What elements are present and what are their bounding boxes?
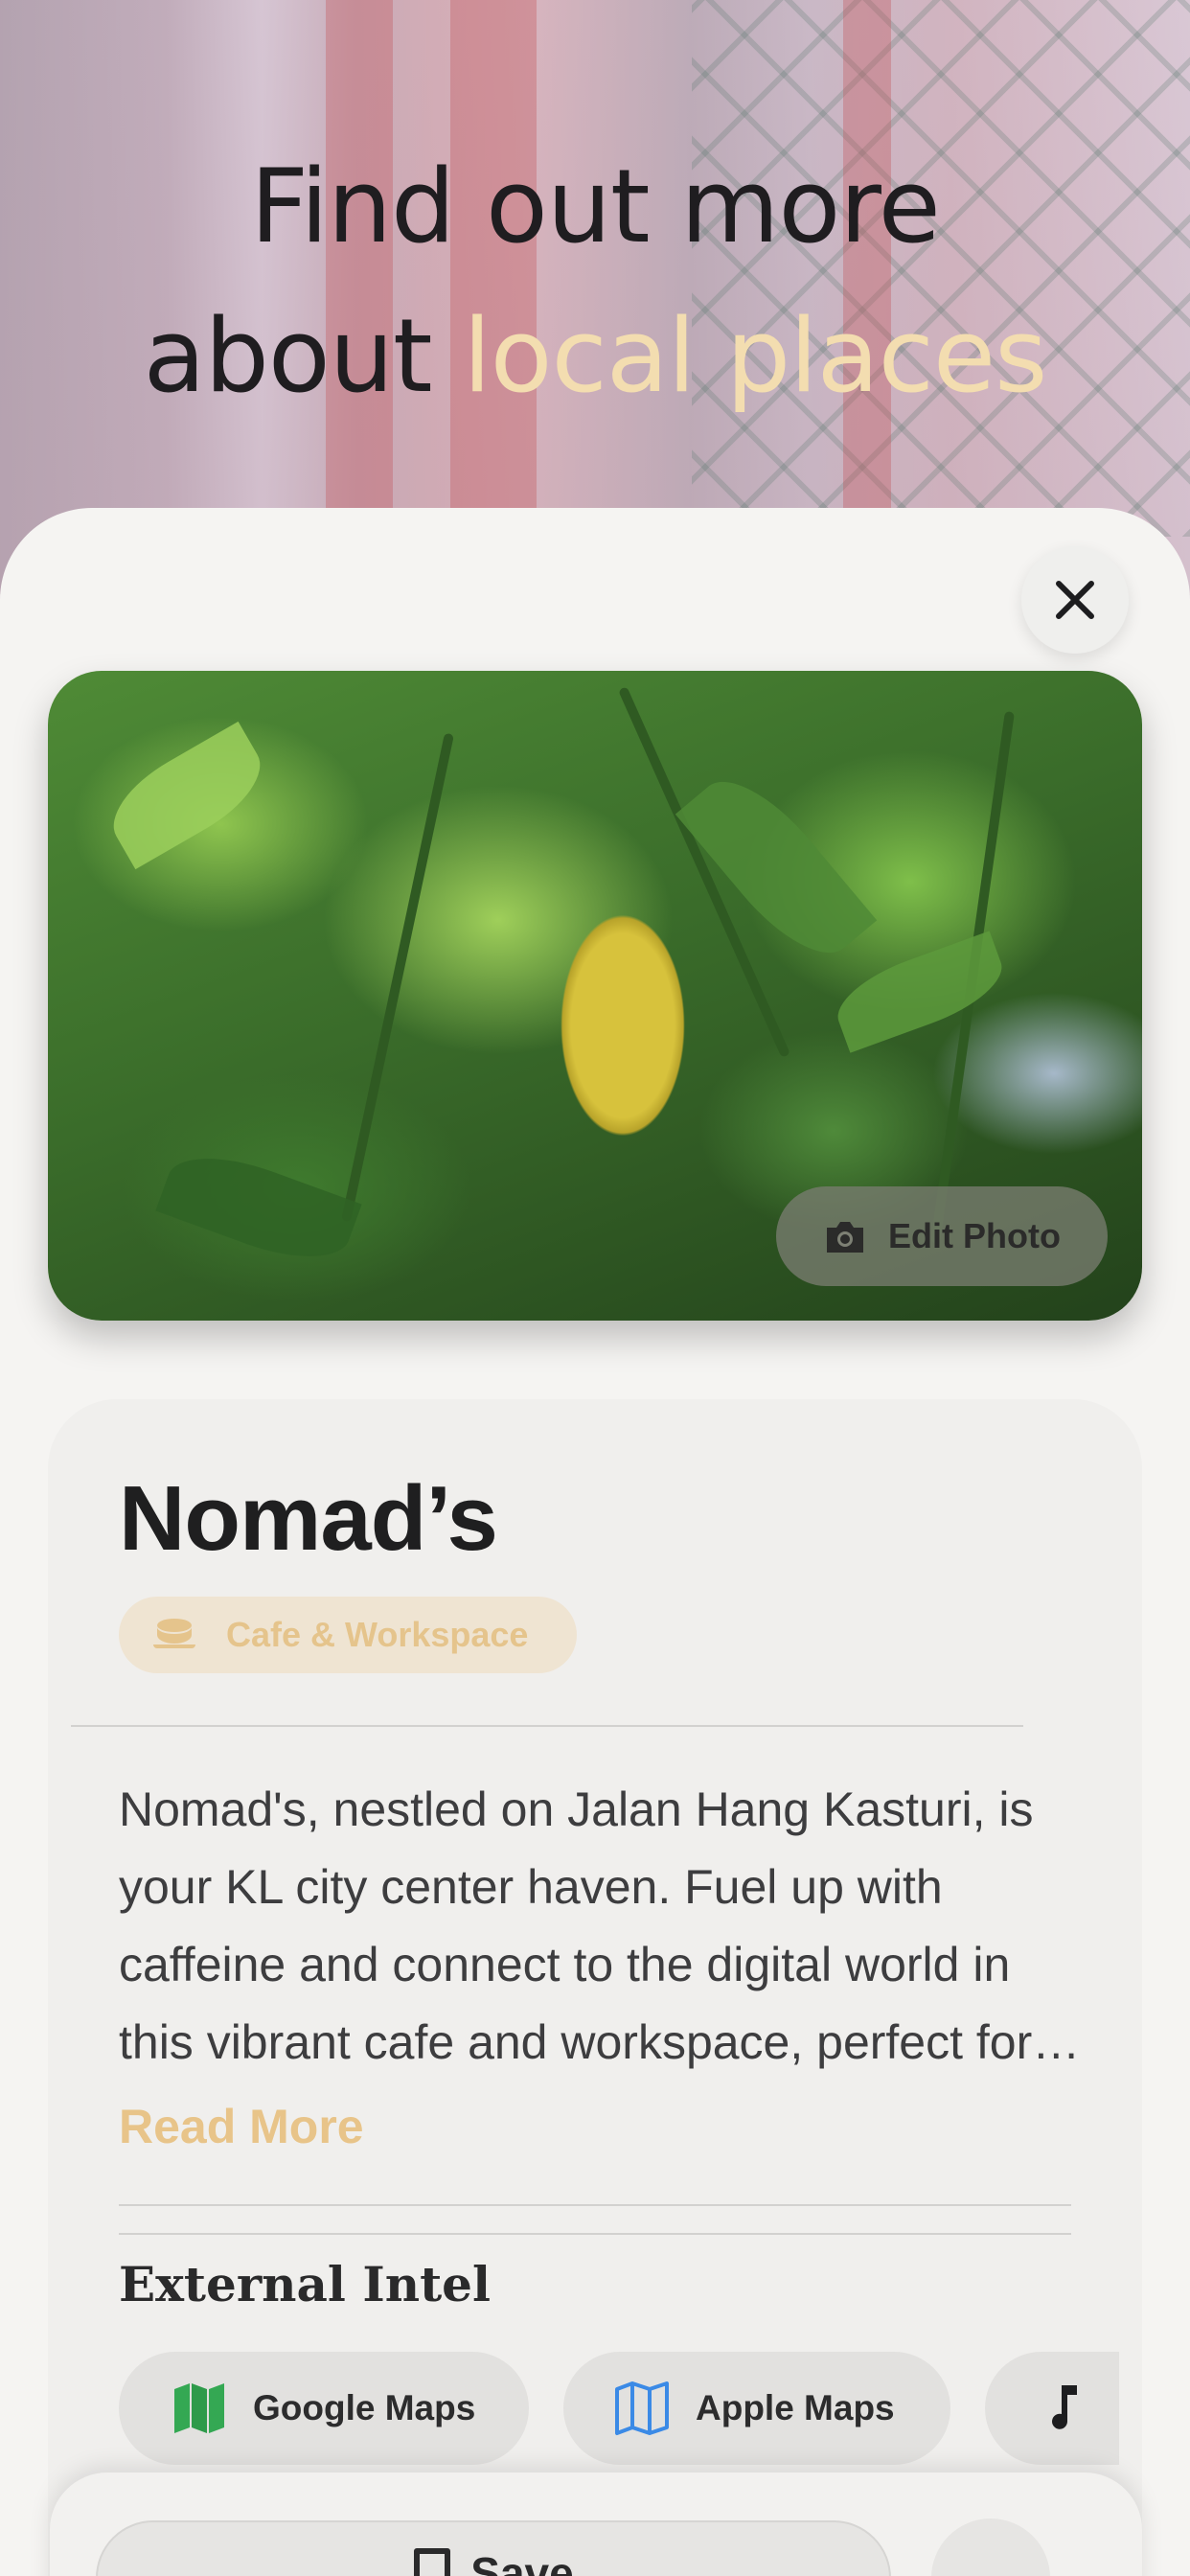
apple-maps-button[interactable]: Apple Maps [563, 2352, 950, 2465]
google-maps-icon [174, 2383, 224, 2433]
apple-maps-label: Apple Maps [696, 2388, 895, 2427]
hero-title: Find out more about local places [0, 132, 1190, 431]
hero-title-line1: Find out more [250, 148, 941, 265]
close-icon [1056, 581, 1094, 619]
hero-title-prefix: about [143, 297, 433, 415]
place-description: Nomad's, nestled on Jalan Hang Kasturi, … [119, 1782, 1034, 2069]
camera-icon [827, 1222, 864, 1253]
secondary-action-button[interactable] [931, 2518, 1050, 2576]
category-badge: Cafe & Workspace [119, 1597, 577, 1673]
music-note-icon [1052, 2385, 1077, 2429]
divider [119, 2233, 1071, 2235]
place-photo: Edit Photo [48, 671, 1142, 1321]
google-maps-button[interactable]: Google Maps [119, 2352, 529, 2465]
divider [119, 2204, 1071, 2206]
google-maps-label: Google Maps [253, 2388, 476, 2427]
save-label: Save [470, 2548, 574, 2576]
coffee-cup-icon [153, 1619, 195, 1648]
apple-maps-icon [615, 2381, 669, 2435]
close-button[interactable] [1021, 546, 1129, 654]
external-links-row: Google Maps Apple Maps [119, 2352, 1119, 2465]
divider [71, 1725, 1023, 1727]
external-intel-title: External Intel [119, 2256, 491, 2312]
edit-photo-button[interactable]: Edit Photo [776, 1186, 1108, 1286]
read-more-link[interactable]: Read More [119, 2099, 364, 2154]
hero-title-line2: about local places [0, 282, 1190, 431]
photo-stem-decoration [341, 732, 454, 1223]
edit-photo-label: Edit Photo [888, 1216, 1061, 1255]
save-button[interactable]: Save [96, 2520, 891, 2576]
photo-leaf-decoration [155, 1138, 362, 1276]
place-detail-sheet: Edit Photo Nomad’s Cafe & Workspace Noma… [0, 508, 1190, 2576]
photo-leaf-decoration [827, 931, 1013, 1053]
bottom-action-bar: Save [50, 2472, 1142, 2576]
hero-title-accent: local places [463, 297, 1047, 415]
photo-leaf-decoration [97, 721, 277, 870]
music-link-button[interactable] [985, 2352, 1119, 2465]
category-label: Cafe & Workspace [226, 1615, 529, 1654]
bookmark-icon [414, 2548, 451, 2576]
place-name: Nomad’s [119, 1467, 498, 1570]
